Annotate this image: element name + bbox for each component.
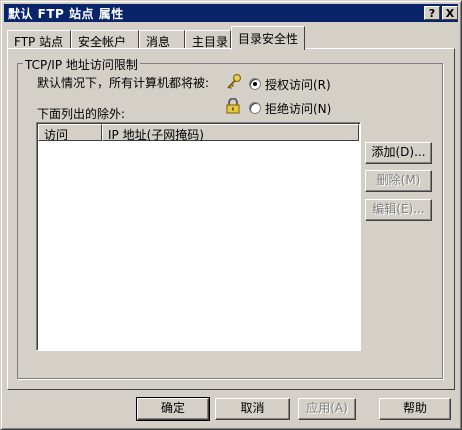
tab-ftp-site[interactable]: FTP 站点 [7,30,71,49]
close-button[interactable]: X [442,6,458,20]
grant-access-label[interactable]: 授权访问(R) [265,76,331,93]
group-title: TCP/IP 地址访问限制 [23,56,140,73]
grant-access-radio[interactable] [249,78,261,90]
key-icon [227,74,241,90]
tab-directory-security[interactable]: 目录安全性 [231,26,305,50]
exceptions-label: 下面列出的除外: [37,107,126,121]
column-header-access[interactable]: 访问 [38,124,102,142]
apply-button[interactable]: 应用(A) [298,398,356,420]
properties-dialog: 默认 FTP 站点 属性 ? X FTP 站点 安全帐户 消息 主目录 目录安全… [0,0,462,430]
deny-access-label[interactable]: 拒绝访问(N) [265,100,331,117]
cancel-button[interactable]: 取消 [215,398,290,420]
column-header-ip-address[interactable]: IP 地址(子网掩码) [102,124,359,142]
tab-messages[interactable]: 消息 [139,30,185,49]
default-access-text: 默认情况下，所有计算机都将被: [37,76,210,90]
padlock-icon [226,98,240,114]
add-button[interactable]: 添加(D)... [365,142,432,164]
tab-home-directory[interactable]: 主目录 [185,30,231,49]
help-title-button[interactable]: ? [424,6,440,20]
exceptions-list[interactable]: 访问 IP 地址(子网掩码) [36,122,361,351]
deny-access-radio[interactable] [249,102,261,114]
edit-button[interactable]: 编辑(E)... [365,199,432,221]
ok-button[interactable]: 确定 [136,397,210,421]
window-title: 默认 FTP 站点 属性 [8,7,124,21]
help-button[interactable]: 帮助 [379,398,451,420]
title-bar[interactable]: 默认 FTP 站点 属性 ? X [4,4,458,22]
tab-security-accounts[interactable]: 安全帐户 [71,30,139,49]
remove-button[interactable]: 删除(M) [365,170,432,192]
